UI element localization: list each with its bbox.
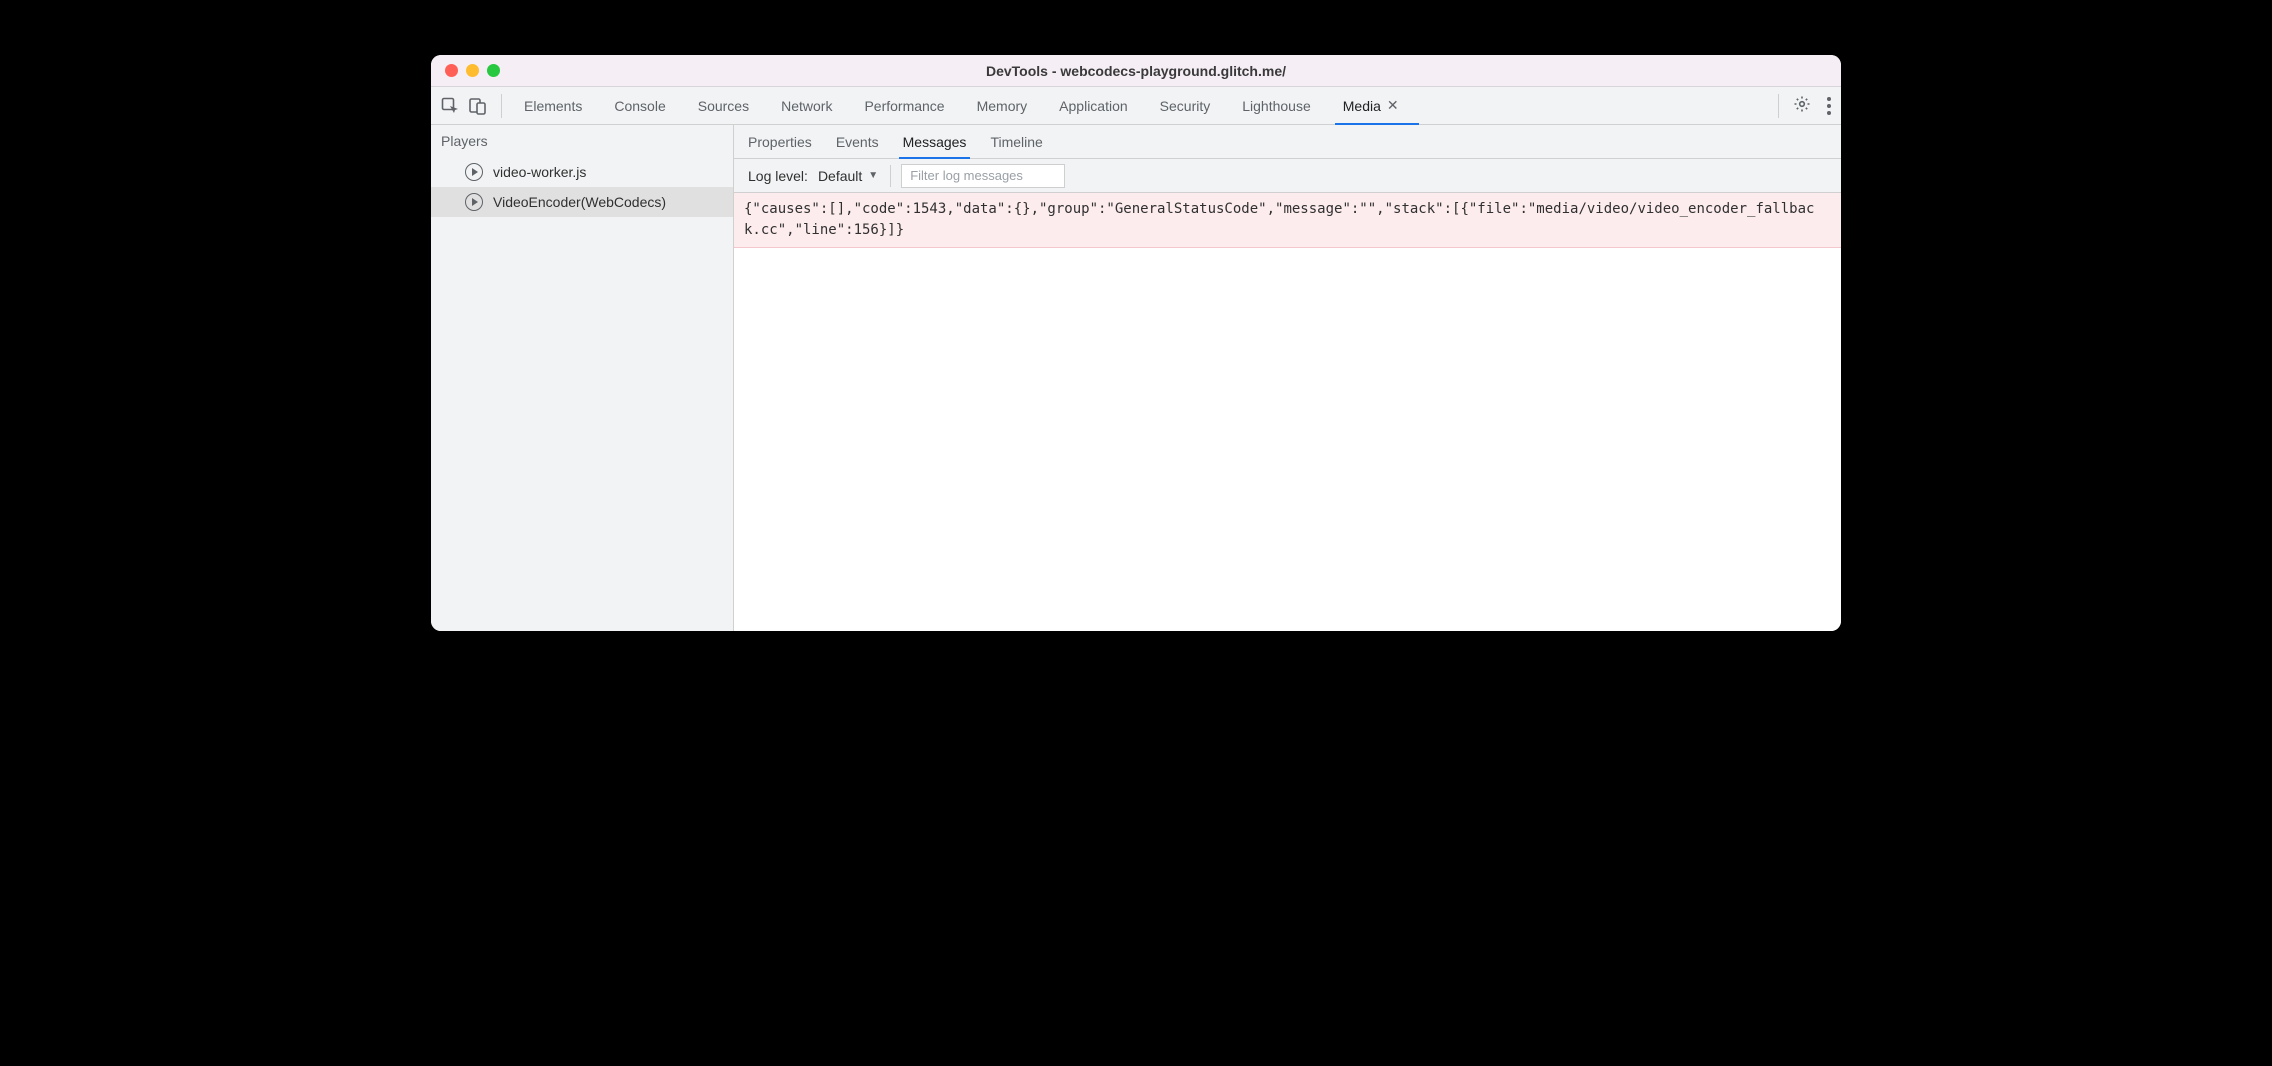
tab-application[interactable]: Application: [1059, 87, 1128, 124]
player-label: video-worker.js: [493, 164, 586, 180]
play-icon: [465, 193, 483, 211]
minimize-window-button[interactable]: [466, 64, 479, 77]
filter-bar: Log level: Default ▼: [734, 159, 1841, 193]
subtab-timeline[interactable]: Timeline: [990, 125, 1042, 158]
subtab-label: Messages: [903, 134, 967, 150]
message-row[interactable]: {"causes":[],"code":1543,"data":{},"grou…: [734, 193, 1841, 248]
filter-log-input[interactable]: [901, 164, 1065, 188]
subtab-label: Properties: [748, 134, 812, 150]
gear-icon[interactable]: [1793, 95, 1811, 116]
main-toolbar: Elements Console Sources Network Perform…: [431, 87, 1841, 125]
subtab-label: Events: [836, 134, 879, 150]
main-panel: Properties Events Messages Timeline Log …: [734, 125, 1841, 631]
close-tab-icon[interactable]: ✕: [1387, 97, 1399, 114]
tab-label: Sources: [698, 98, 749, 114]
player-item[interactable]: VideoEncoder(WebCodecs): [431, 187, 733, 217]
message-text: {"causes":[],"code":1543,"data":{},"grou…: [744, 201, 1814, 238]
main-tabs: Elements Console Sources Network Perform…: [502, 87, 1778, 124]
tab-label: Application: [1059, 98, 1128, 114]
window-controls: [431, 64, 500, 77]
tab-security[interactable]: Security: [1160, 87, 1211, 124]
tab-performance[interactable]: Performance: [864, 87, 944, 124]
tab-lighthouse[interactable]: Lighthouse: [1242, 87, 1311, 124]
devtools-window: DevTools - webcodecs-playground.glitch.m…: [431, 55, 1841, 631]
toolbar-trailing-icons: [1778, 94, 1831, 118]
play-icon: [465, 163, 483, 181]
window-title: DevTools - webcodecs-playground.glitch.m…: [431, 63, 1841, 79]
tab-network[interactable]: Network: [781, 87, 832, 124]
tab-elements[interactable]: Elements: [524, 87, 582, 124]
log-level-select[interactable]: Default ▼: [818, 165, 891, 187]
chevron-down-icon: ▼: [868, 170, 878, 181]
tab-sources[interactable]: Sources: [698, 87, 749, 124]
tab-label: Performance: [864, 98, 944, 114]
titlebar: DevTools - webcodecs-playground.glitch.m…: [431, 55, 1841, 87]
log-level-value: Default: [818, 168, 862, 184]
tab-label: Elements: [524, 98, 582, 114]
fullscreen-window-button[interactable]: [487, 64, 500, 77]
tab-label: Network: [781, 98, 832, 114]
subtab-label: Timeline: [990, 134, 1042, 150]
messages-list: {"causes":[],"code":1543,"data":{},"grou…: [734, 193, 1841, 631]
tab-label: Security: [1160, 98, 1211, 114]
player-item[interactable]: video-worker.js: [431, 157, 733, 187]
tab-memory[interactable]: Memory: [977, 87, 1028, 124]
close-window-button[interactable]: [445, 64, 458, 77]
inspect-element-icon[interactable]: [441, 97, 459, 115]
players-sidebar: Players video-worker.js VideoEncoder(Web…: [431, 125, 734, 631]
tab-label: Lighthouse: [1242, 98, 1311, 114]
log-level-label: Log level:: [748, 168, 808, 184]
body-area: Players video-worker.js VideoEncoder(Web…: [431, 125, 1841, 631]
more-options-icon[interactable]: [1827, 97, 1831, 115]
tab-label: Console: [614, 98, 665, 114]
subtab-events[interactable]: Events: [836, 125, 879, 158]
tab-label: Memory: [977, 98, 1028, 114]
toolbar-leading-icons: [441, 94, 502, 118]
tab-media[interactable]: Media ✕: [1343, 87, 1399, 124]
tab-label: Media: [1343, 98, 1381, 114]
sidebar-header: Players: [431, 125, 733, 157]
subtab-messages[interactable]: Messages: [903, 125, 967, 158]
device-toolbar-icon[interactable]: [469, 97, 487, 115]
tab-console[interactable]: Console: [614, 87, 665, 124]
media-sub-tabs: Properties Events Messages Timeline: [734, 125, 1841, 159]
player-label: VideoEncoder(WebCodecs): [493, 194, 666, 210]
subtab-properties[interactable]: Properties: [748, 125, 812, 158]
